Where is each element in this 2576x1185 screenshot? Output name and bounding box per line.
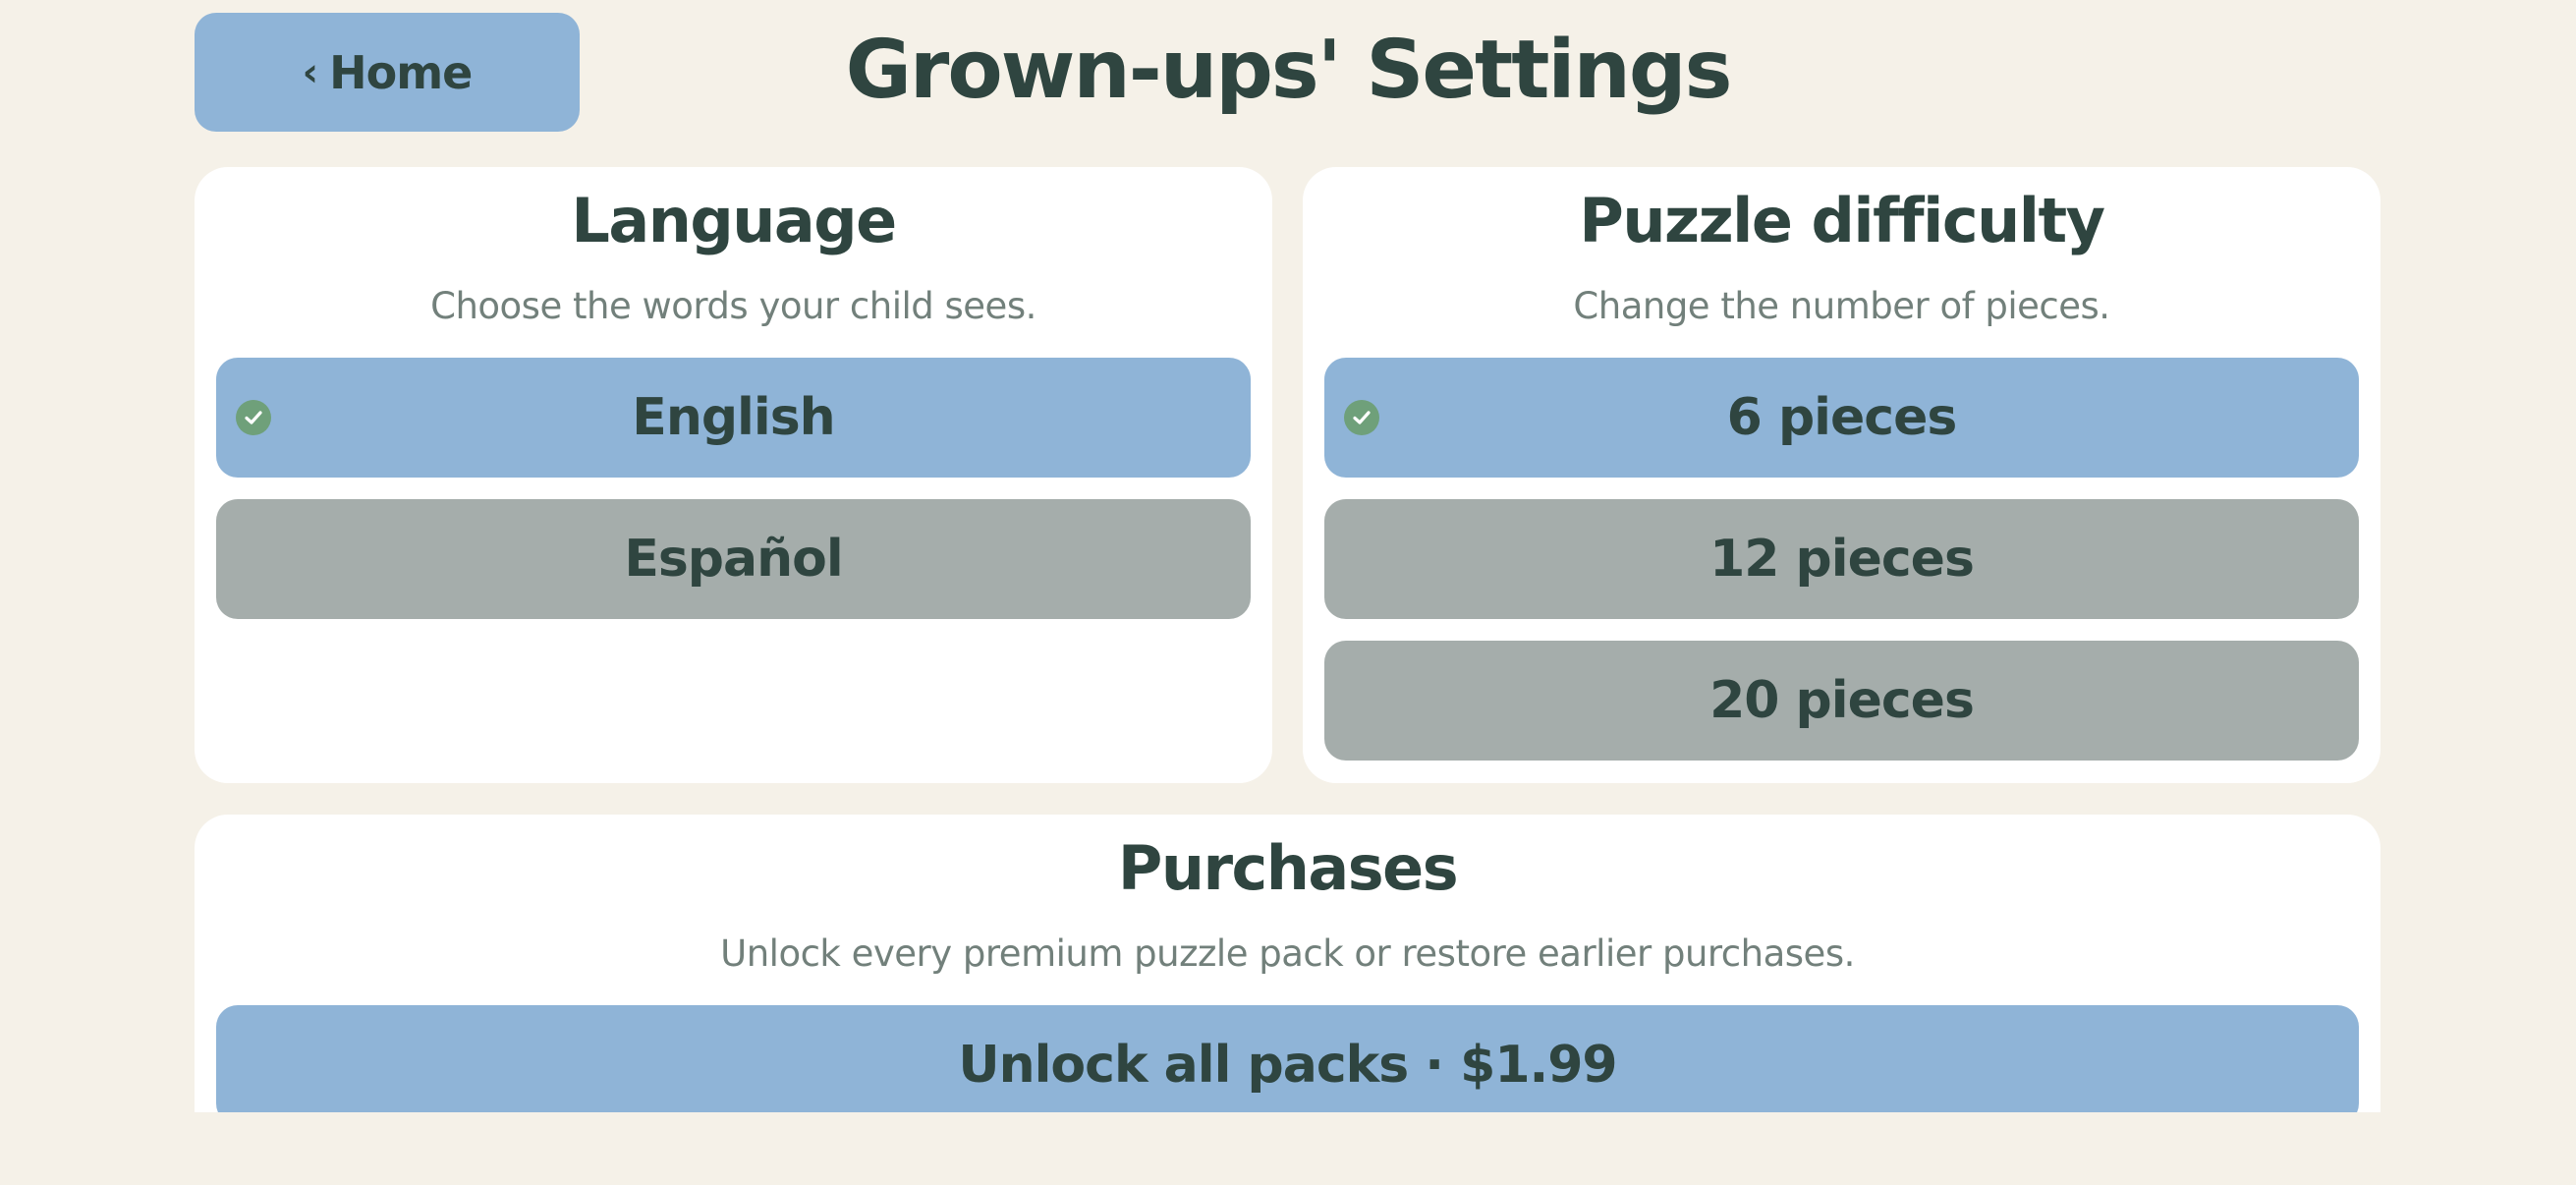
language-option-english[interactable]: English xyxy=(216,358,1251,478)
check-circle-icon xyxy=(236,400,271,435)
difficulty-subtitle: Change the number of pieces. xyxy=(1573,285,2110,327)
language-title: Language xyxy=(571,185,897,256)
difficulty-option-20[interactable]: 20 pieces xyxy=(1324,641,2359,761)
unlock-all-label: Unlock all packs · $1.99 xyxy=(958,1036,1617,1095)
language-option-label: English xyxy=(632,388,835,447)
difficulty-option-6[interactable]: 6 pieces xyxy=(1324,358,2359,478)
check-circle-icon xyxy=(1344,400,1379,435)
purchases-card: Purchases Unlock every premium puzzle pa… xyxy=(195,815,2380,1112)
language-option-espanol[interactable]: Español xyxy=(216,499,1251,619)
page-title: Grown-ups' Settings xyxy=(845,24,1733,117)
settings-screen: ‹ Home Grown-ups' Settings Language Choo… xyxy=(0,0,2576,1112)
language-card: Language Choose the words your child see… xyxy=(195,167,1272,783)
difficulty-option-12[interactable]: 12 pieces xyxy=(1324,499,2359,619)
purchases-subtitle: Unlock every premium puzzle pack or rest… xyxy=(720,932,1855,975)
difficulty-title: Puzzle difficulty xyxy=(1579,185,2105,256)
difficulty-option-label: 20 pieces xyxy=(1709,671,1975,730)
language-option-label: Español xyxy=(624,530,843,589)
difficulty-option-label: 6 pieces xyxy=(1726,388,1958,447)
difficulty-card: Puzzle difficulty Change the number of p… xyxy=(1303,167,2380,783)
unlock-all-button[interactable]: Unlock all packs · $1.99 xyxy=(216,1005,2359,1112)
difficulty-option-label: 12 pieces xyxy=(1709,530,1975,589)
language-subtitle: Choose the words your child sees. xyxy=(430,285,1036,327)
purchases-title: Purchases xyxy=(1117,832,1459,904)
